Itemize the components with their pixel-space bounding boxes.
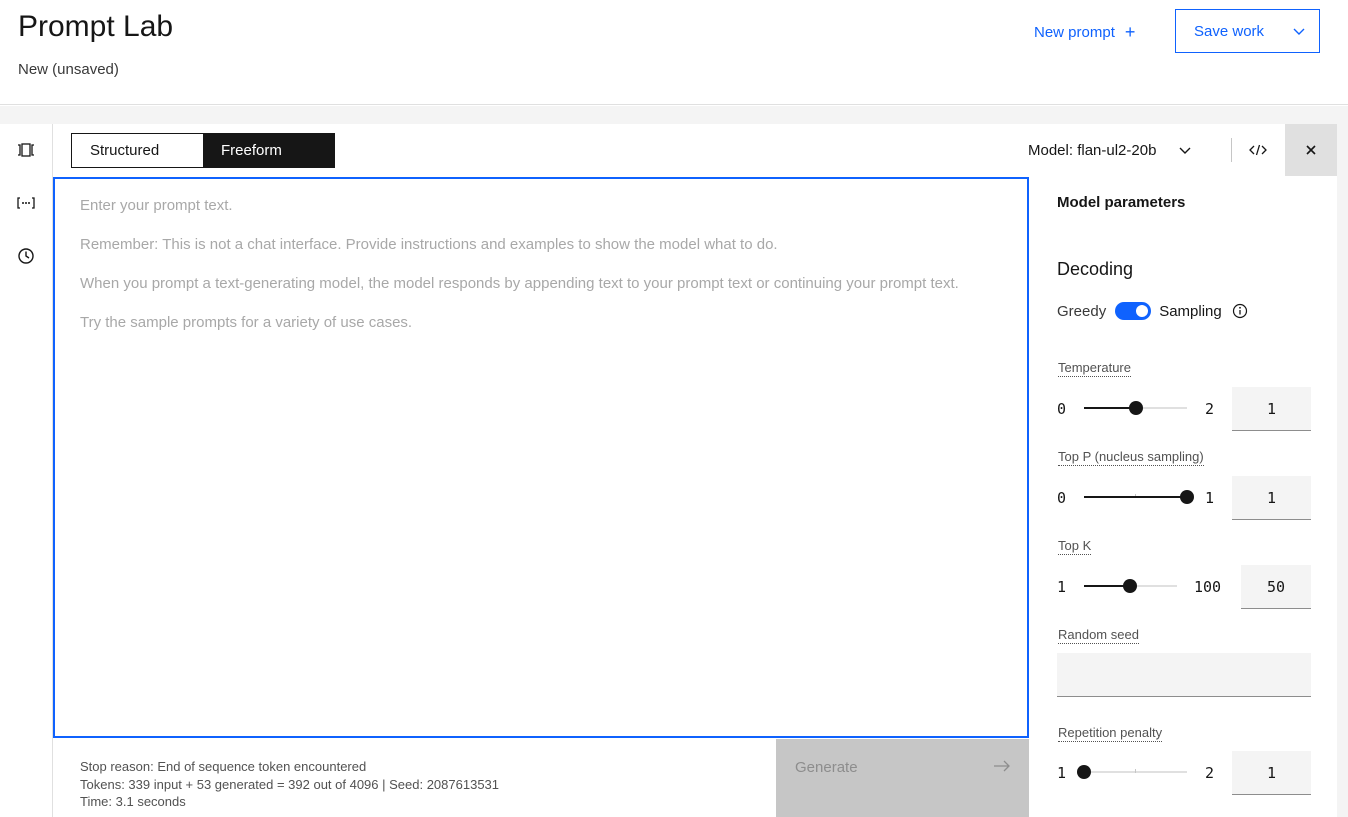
close-panel-button[interactable] (1285, 124, 1337, 176)
token-count: Tokens: 339 input + 53 generated = 392 o… (80, 776, 500, 792)
decoding-title: Decoding (1057, 259, 1134, 279)
new-prompt-button[interactable]: New prompt + (1034, 20, 1135, 44)
temperature-label: Temperature (1058, 360, 1131, 377)
stop-reason: Stop reason: End of sequence token encou… (80, 759, 367, 774)
model-dropdown[interactable]: Model: flan-ul2-20b (1028, 138, 1192, 162)
top-k-label: Top K (1058, 538, 1092, 555)
arrow-right-icon (994, 760, 1010, 772)
generation-time: Time: 3.1 seconds (80, 794, 186, 809)
page-header: Prompt Lab New (unsaved) New prompt + Sa… (0, 0, 1348, 105)
chevron-down-icon (1293, 28, 1305, 35)
samples-button[interactable] (14, 138, 38, 162)
code-icon (1249, 144, 1267, 156)
plus-icon: + (1124, 22, 1136, 42)
repetition-penalty-row: 1 2 1 (1057, 751, 1311, 795)
greedy-label: Greedy (1057, 302, 1107, 320)
decoding-toggle-row: Greedy Sampling (1057, 302, 1248, 320)
placeholder-line: When you prompt a text-generating model,… (80, 275, 959, 292)
save-work-button[interactable]: Save work (1175, 9, 1320, 53)
editor-toolbar: Structured Freeform Model: flan-ul2-20b (53, 124, 1337, 176)
temperature-row: 0 2 1 (1057, 387, 1311, 431)
sampling-label: Sampling (1159, 302, 1222, 320)
top-p-input[interactable]: 1 (1232, 476, 1311, 520)
panel-scrollbar[interactable] (1337, 124, 1348, 817)
repetition-penalty-input[interactable]: 1 (1232, 751, 1311, 795)
history-button[interactable] (14, 244, 38, 268)
slider-max: 2 (1205, 764, 1215, 782)
close-icon (1306, 145, 1316, 155)
slider-handle[interactable] (1077, 765, 1091, 779)
top-k-slider[interactable] (1084, 579, 1177, 593)
left-rail (0, 124, 53, 817)
generation-stats: Stop reason: End of sequence token encou… (80, 758, 499, 811)
save-work-label: Save work (1194, 22, 1265, 40)
top-k-input[interactable]: 50 (1241, 565, 1311, 609)
slider-handle[interactable] (1123, 579, 1137, 593)
slider-max: 2 (1205, 400, 1215, 418)
repetition-penalty-slider[interactable] (1077, 765, 1187, 779)
slider-handle[interactable] (1180, 490, 1194, 504)
slider-handle[interactable] (1129, 401, 1143, 415)
header-separator (0, 106, 1348, 124)
new-prompt-label: New prompt (1034, 23, 1115, 41)
top-k-row: 1 100 50 (1057, 565, 1311, 609)
slider-max: 1 (1205, 489, 1215, 507)
random-seed-label: Random seed (1058, 627, 1139, 644)
variables-button[interactable] (14, 191, 38, 215)
info-icon[interactable] (1232, 303, 1248, 319)
slider-tick (1135, 769, 1136, 773)
prompt-status: New (unsaved) (18, 61, 119, 78)
model-label: Model: flan-ul2-20b (1028, 141, 1157, 159)
panel-title: Model parameters (1057, 194, 1186, 211)
generate-label: Generate (795, 759, 858, 776)
slider-min: 1 (1057, 578, 1067, 596)
history-icon (18, 248, 34, 264)
page-title: Prompt Lab (18, 10, 174, 43)
slider-max: 100 (1194, 578, 1222, 596)
slider-min: 1 (1057, 764, 1067, 782)
placeholder-line: Enter your prompt text. (80, 197, 233, 214)
chevron-down-icon (1179, 147, 1191, 154)
toolbar-divider (1231, 138, 1232, 162)
slider-min: 0 (1057, 400, 1067, 418)
tab-freeform[interactable]: Freeform (203, 134, 334, 167)
temperature-input[interactable]: 1 (1232, 387, 1311, 431)
random-seed-input[interactable] (1057, 653, 1311, 697)
prompt-text-area[interactable]: Enter your prompt text. Remember: This i… (53, 177, 1029, 738)
model-parameters-panel: Model parameters Decoding Greedy Samplin… (1030, 177, 1337, 817)
view-code-button[interactable] (1243, 138, 1273, 162)
generate-button[interactable]: Generate (776, 739, 1029, 817)
top-p-row: 0 1 1 (1057, 476, 1311, 520)
placeholder-line: Try the sample prompts for a variety of … (80, 314, 413, 331)
placeholder-line: Remember: This is not a chat interface. … (80, 236, 778, 253)
variables-icon (17, 197, 35, 209)
temperature-slider[interactable] (1084, 401, 1187, 415)
repetition-penalty-label: Repetition penalty (1058, 725, 1163, 742)
mode-switcher: Structured Freeform (71, 133, 335, 168)
tab-structured[interactable]: Structured (72, 134, 203, 167)
samples-icon (18, 143, 34, 157)
top-p-slider[interactable] (1084, 490, 1194, 504)
prompt-placeholder: Enter your prompt text. Remember: This i… (80, 196, 1002, 332)
top-p-label: Top P (nucleus sampling) (1058, 449, 1204, 466)
slider-fill (1084, 496, 1187, 498)
decoding-toggle[interactable] (1115, 302, 1152, 320)
slider-min: 0 (1057, 489, 1067, 507)
